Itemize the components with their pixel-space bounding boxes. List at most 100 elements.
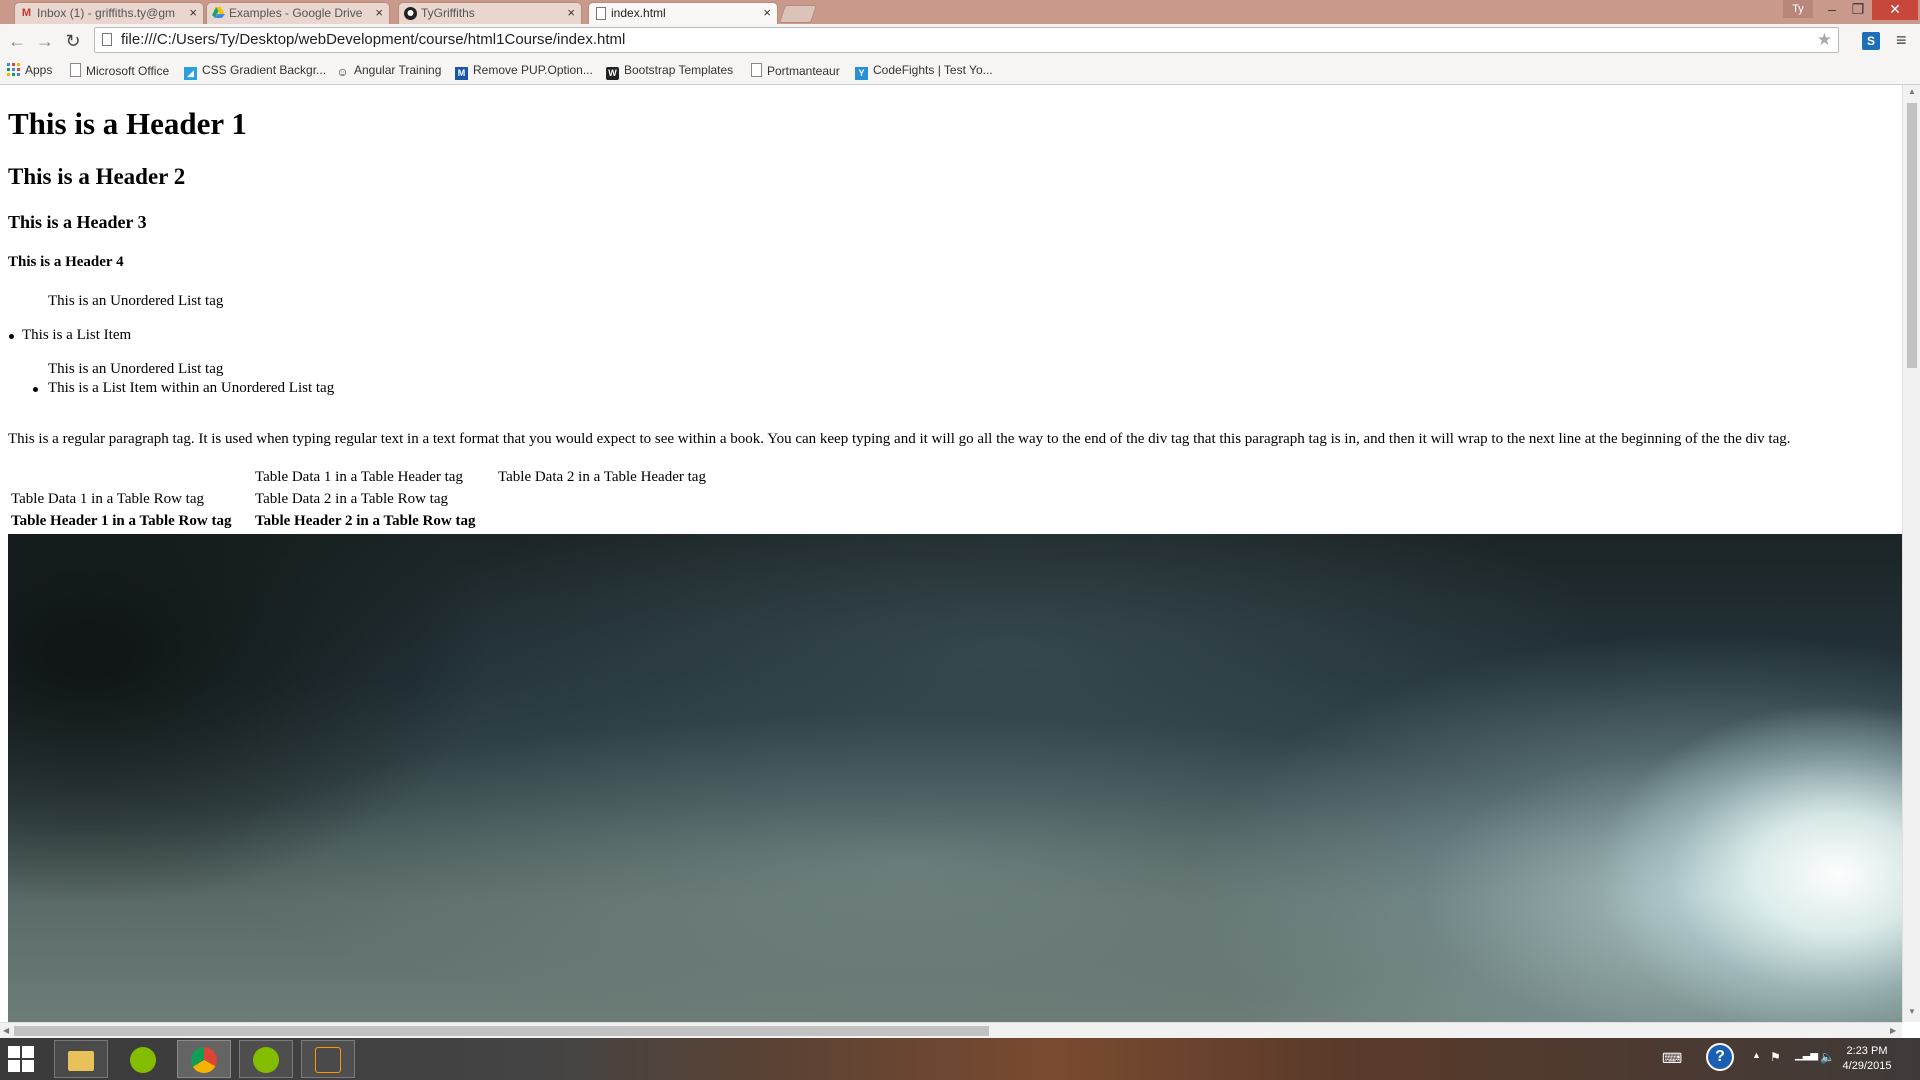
extension-s-icon[interactable]: S — [1862, 32, 1880, 50]
taskbar-chrome[interactable] — [177, 1040, 231, 1078]
table-cell: Table Data 1 in a Table Row tag — [11, 491, 204, 507]
header-1: This is a Header 1 — [8, 106, 247, 141]
network-signal-icon[interactable]: ▁▃▅ — [1795, 1050, 1818, 1061]
bookmark-label: CodeFights | Test Yo... — [873, 63, 993, 77]
unordered-list-text: This is an Unordered List tag — [48, 361, 224, 377]
bookmark-label: CSS Gradient Backgr... — [202, 63, 327, 77]
page-icon — [594, 7, 607, 20]
spotify-icon — [253, 1047, 279, 1073]
apps-grid-icon — [7, 63, 20, 76]
tab-index-html[interactable]: index.html × — [588, 2, 778, 25]
bookmark-remove-pup[interactable]: M Remove PUP.Option... — [455, 63, 593, 80]
bookmark-star-icon[interactable]: ★ — [1817, 30, 1832, 50]
windows-taskbar: ⌨ ? ▲ ⚑ ▁▃▅ 🔈 2:23 PM 4/29/2015 — [0, 1038, 1920, 1080]
gradient-icon: ◢ — [184, 67, 197, 80]
clock-time: 2:23 PM — [1846, 1045, 1888, 1057]
table-header-cell: Table Header 1 in a Table Row tag — [11, 513, 232, 529]
taskbar-spotify-2[interactable] — [239, 1040, 293, 1078]
bookmark-portmanteaur[interactable]: Portmanteaur — [751, 63, 840, 78]
table-cell: Table Data 2 in a Table Header tag — [498, 469, 706, 485]
restore-button[interactable]: ❐ — [1843, 0, 1873, 20]
file-explorer-icon — [68, 1051, 94, 1071]
wix-icon: W — [606, 67, 619, 80]
bookmark-bootstrap-templates[interactable]: W Bootstrap Templates — [606, 63, 733, 80]
keyboard-icon[interactable]: ⌨ — [1662, 1050, 1682, 1067]
page-viewport: This is a Header 1 This is a Header 2 Th… — [0, 85, 1902, 1022]
close-icon[interactable]: × — [375, 3, 383, 23]
bookmark-label: Bootstrap Templates — [624, 63, 734, 77]
bookmark-apps[interactable]: Apps — [7, 63, 52, 77]
new-tab-button[interactable] — [779, 5, 817, 23]
tab-gmail[interactable]: M Inbox (1) - griffiths.ty@gm × — [14, 2, 204, 24]
taskbar-file-explorer[interactable] — [54, 1040, 108, 1078]
close-icon[interactable]: × — [763, 3, 771, 23]
chrome-icon — [191, 1047, 217, 1073]
sublime-text-icon — [315, 1047, 341, 1073]
table-header-cell: Table Header 2 in a Table Row tag — [255, 513, 476, 529]
horizontal-scroll-thumb[interactable] — [14, 1026, 989, 1036]
system-clock[interactable]: 2:23 PM 4/29/2015 — [1832, 1044, 1902, 1074]
list-bullet — [9, 334, 14, 339]
paragraph: This is a regular paragraph tag. It is u… — [8, 431, 1791, 447]
table-cell: Table Data 1 in a Table Header tag — [255, 469, 463, 485]
taskbar-spotify[interactable] — [116, 1040, 170, 1078]
horizontal-scrollbar[interactable]: ◀ ▶ — [0, 1022, 1902, 1038]
window-close-button[interactable]: ✕ — [1872, 0, 1918, 20]
action-center-flag-icon[interactable]: ⚑ — [1770, 1050, 1781, 1064]
header-4: This is a Header 4 — [8, 254, 124, 270]
tab-label: Examples - Google Drive — [229, 6, 363, 20]
gmail-icon: M — [21, 7, 32, 19]
bookmark-microsoft-office[interactable]: Microsoft Office — [70, 63, 169, 78]
browser-toolbar: ← → ↻ file:///C:/Users/Ty/Desktop/webDev… — [0, 24, 1920, 59]
url-text: file:///C:/Users/Ty/Desktop/webDevelopme… — [121, 31, 626, 48]
header-2: This is a Header 2 — [8, 164, 186, 189]
scroll-right-arrow-icon[interactable]: ▶ — [1890, 1026, 1896, 1035]
codefights-icon: Y — [855, 67, 868, 80]
bookmark-label: Apps — [25, 63, 53, 77]
tab-google-drive[interactable]: Examples - Google Drive × — [206, 2, 390, 24]
bookmark-css-gradient[interactable]: ◢ CSS Gradient Backgr... — [184, 63, 326, 80]
close-icon[interactable]: × — [567, 3, 575, 23]
vertical-scroll-thumb[interactable] — [1907, 103, 1917, 368]
hero-image — [8, 534, 1902, 1022]
page-icon — [751, 63, 762, 77]
menu-hamburger-icon[interactable]: ≡ — [1896, 30, 1907, 50]
malwarebytes-icon: M — [455, 67, 468, 80]
page-icon — [70, 63, 81, 77]
github-icon — [404, 7, 417, 20]
list-item: This is a List Item — [22, 327, 132, 343]
header-3: This is a Header 3 — [8, 212, 147, 232]
show-hidden-icons-icon[interactable]: ▲ — [1752, 1050, 1761, 1060]
help-icon[interactable]: ? — [1706, 1043, 1734, 1071]
taskbar-sublime-text[interactable] — [301, 1040, 355, 1078]
profile-button[interactable]: Ty — [1783, 0, 1813, 18]
bookmark-label: Microsoft Office — [86, 64, 170, 78]
bookmark-label: Remove PUP.Option... — [473, 63, 593, 77]
scroll-left-arrow-icon[interactable]: ◀ — [3, 1026, 9, 1035]
page-icon — [102, 33, 112, 46]
close-icon[interactable]: × — [189, 3, 197, 23]
bookmark-codefights[interactable]: Y CodeFights | Test Yo... — [855, 63, 993, 80]
unordered-list-text: This is an Unordered List tag — [48, 293, 224, 309]
table-cell: Table Data 2 in a Table Row tag — [255, 491, 448, 507]
google-drive-icon — [212, 7, 225, 20]
tab-github[interactable]: TyGriffiths × — [398, 2, 582, 24]
angular-icon: ☺ — [336, 65, 349, 79]
bookmark-label: Angular Training — [354, 63, 442, 77]
nested-list-item: This is a List Item within an Unordered … — [48, 380, 335, 396]
clock-date: 4/29/2015 — [1842, 1060, 1892, 1072]
forward-arrow-icon[interactable]: → — [34, 30, 56, 52]
browser-tab-strip: M Inbox (1) - griffiths.ty@gm × Examples… — [0, 0, 1920, 25]
windows-start-icon[interactable] — [8, 1046, 34, 1072]
scroll-up-arrow-icon[interactable]: ▲ — [1908, 87, 1916, 96]
tab-label: Inbox (1) - griffiths.ty@gm — [37, 6, 175, 20]
bookmark-label: Portmanteaur — [767, 64, 840, 78]
scroll-down-arrow-icon[interactable]: ▼ — [1908, 1007, 1916, 1016]
tab-label: index.html — [611, 6, 666, 20]
bookmarks-bar: Apps Microsoft Office ◢ CSS Gradient Back… — [0, 58, 1920, 85]
back-arrow-icon[interactable]: ← — [6, 30, 28, 52]
vertical-scrollbar[interactable]: ▲ ▼ — [1902, 85, 1920, 1022]
address-bar[interactable]: file:///C:/Users/Ty/Desktop/webDevelopme… — [94, 27, 1839, 53]
reload-icon[interactable]: ↻ — [62, 30, 84, 52]
bookmark-angular-training[interactable]: ☺ Angular Training — [336, 63, 441, 79]
